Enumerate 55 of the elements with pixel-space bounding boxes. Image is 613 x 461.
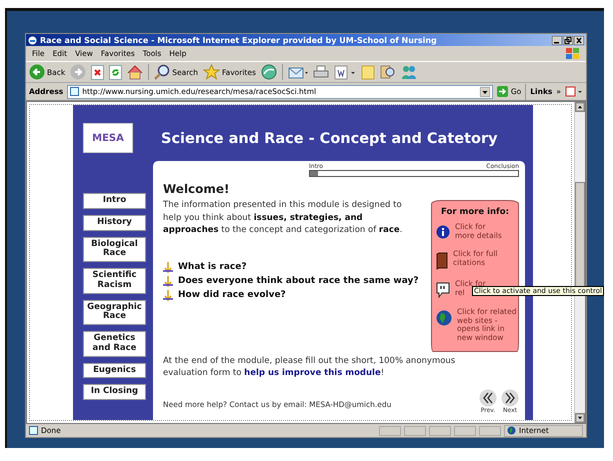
scroll-down-icon[interactable] <box>575 413 585 423</box>
restore-icon[interactable] <box>563 36 573 44</box>
welcome-heading: Welcome! <box>163 182 231 196</box>
mail-icon[interactable] <box>288 64 308 80</box>
star-icon[interactable] <box>203 64 220 80</box>
nav-button[interactable]: Biological Race <box>83 236 146 262</box>
close-icon[interactable] <box>574 36 584 44</box>
question-link[interactable]: Does everyone think about race the same way? <box>178 276 419 286</box>
printer-icon[interactable] <box>312 64 329 80</box>
minimize-icon[interactable] <box>552 36 562 44</box>
speech-bubble-icon[interactable] <box>436 282 450 298</box>
status-pane <box>454 426 476 436</box>
windows-logo-icon <box>566 48 580 60</box>
nav-button[interactable]: Geographic Race <box>83 300 146 326</box>
more-info-title: For more info: <box>440 207 510 217</box>
dropdown-arrow-icon[interactable] <box>480 86 490 96</box>
status-pane <box>479 426 501 436</box>
search-icon[interactable] <box>154 64 170 80</box>
refresh-icon[interactable] <box>109 64 122 80</box>
down-arrow-icon <box>163 262 173 272</box>
mesa-logo[interactable]: MESA <box>83 123 133 153</box>
stop-icon[interactable] <box>91 64 104 80</box>
media-icon[interactable] <box>260 64 277 80</box>
status-pane <box>429 426 451 436</box>
nav-button[interactable]: History <box>83 214 146 231</box>
document-icon[interactable] <box>334 64 356 80</box>
nav-button[interactable]: Scientific Racism <box>83 268 146 294</box>
book-icon[interactable] <box>436 252 448 270</box>
research-icon[interactable] <box>380 64 396 80</box>
page-icon <box>29 426 38 435</box>
down-arrow-icon <box>163 290 173 300</box>
nav-button[interactable]: Intro <box>83 193 146 209</box>
improve-link[interactable]: help us improve this module <box>244 368 381 378</box>
globe-icon <box>507 426 516 435</box>
home-icon[interactable] <box>127 64 144 80</box>
window-title: Race and Social Science - Microsoft Internet Explorer provided by UM-School of Nursing <box>40 36 438 44</box>
question-link[interactable]: What is race? <box>178 262 247 272</box>
nav-button[interactable]: In Closing <box>83 384 146 400</box>
globe-icon[interactable] <box>436 310 452 326</box>
intro-paragraph: The information presented in this module is designed to help you think about issues, strategies, and approaches to the concept and categorization of race. <box>163 199 404 236</box>
nav-button[interactable]: Eugenics <box>83 362 146 378</box>
info-icon[interactable] <box>436 225 450 239</box>
browser-icon <box>28 36 37 44</box>
question-link[interactable]: How did race evolve? <box>178 290 286 300</box>
nav-button[interactable]: Genetics and Race <box>83 331 146 357</box>
evaluation-paragraph: At the end of the module, please fill out the short, 100% anonymous evaluation form to help us improve this module! <box>163 355 456 379</box>
page-icon <box>70 87 80 96</box>
double-left-chevron-icon[interactable] <box>479 389 497 407</box>
status-pane <box>379 426 401 436</box>
scroll-up-icon[interactable] <box>575 102 585 112</box>
status-pane <box>404 426 426 436</box>
down-arrow-icon <box>163 276 173 286</box>
toolbar-tool-icon[interactable] <box>565 86 583 97</box>
double-right-chevron-icon[interactable] <box>501 389 519 407</box>
page-title: Science and Race - Concept and Catetory <box>161 131 499 149</box>
